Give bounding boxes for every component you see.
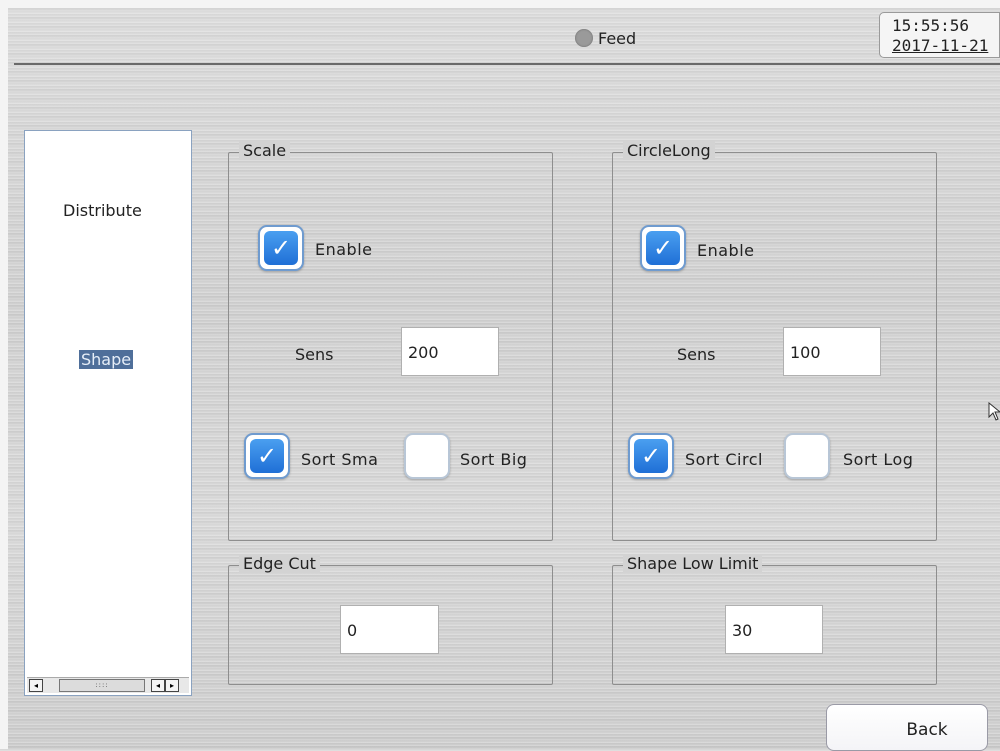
scale-enable-label: Enable [315,240,373,259]
check-icon: ✓ [634,439,668,473]
circle-long-sens-input[interactable]: 100 [783,327,881,376]
back-button[interactable]: Back [826,704,988,751]
shape-low-limit-input[interactable]: 30 [725,605,823,654]
scale-sens-label: Sens [295,345,334,364]
sort-circle-checkbox[interactable]: ✓ [628,433,674,479]
feed-status-icon [575,29,593,47]
sort-circle-label: Sort Circl [685,450,763,469]
check-icon: ✓ [264,231,298,265]
scale-enable-checkbox[interactable]: ✓ [258,225,304,271]
scale-group: Scale [228,141,553,541]
sort-long-checkbox[interactable] [784,433,830,479]
sidebar: Distribute Shape ◂ :::: ◂ ▸ [24,130,192,696]
top-frame [0,0,1000,8]
scale-sort-small-checkbox[interactable]: ✓ [244,433,290,479]
header-divider [14,63,1000,65]
scroll-left-icon[interactable]: ◂ [29,679,43,692]
scroll-right-icon[interactable]: ▸ [165,679,179,692]
sort-long-label: Sort Log [843,450,914,469]
edge-cut-group-title: Edge Cut [239,554,320,573]
feed-label: Feed [598,29,637,48]
left-frame [0,0,8,749]
scroll-left-icon[interactable]: ◂ [151,679,165,692]
scale-sort-big-label: Sort Big [460,450,528,469]
scroll-thumb[interactable]: :::: [59,679,145,692]
scale-group-title: Scale [239,141,291,160]
circle-long-group: CircleLong [612,141,937,541]
circle-long-enable-checkbox[interactable]: ✓ [640,225,686,271]
check-icon: ✓ [646,231,680,265]
clock-date: 2017-11-21 [892,36,989,55]
circle-long-enable-label: Enable [697,241,755,260]
check-icon: ✓ [250,439,284,473]
circle-long-group-title: CircleLong [623,141,715,160]
scale-sort-big-checkbox[interactable] [404,433,450,479]
scale-sort-small-label: Sort Sma [301,450,379,469]
edge-cut-input[interactable]: 0 [340,605,439,654]
sidebar-item-distribute[interactable]: Distribute [63,201,142,220]
shape-low-limit-group-title: Shape Low Limit [623,554,763,573]
clock-time: 15:55:56 [892,16,970,35]
circle-long-sens-label: Sens [677,345,716,364]
sidebar-scrollbar[interactable]: ◂ :::: ◂ ▸ [27,677,189,693]
scale-sens-input[interactable]: 200 [401,327,499,376]
clock-display: 15:55:56 2017-11-21 [879,12,1000,58]
mouse-pointer-icon [988,402,1000,421]
sidebar-item-shape[interactable]: Shape [79,350,134,369]
